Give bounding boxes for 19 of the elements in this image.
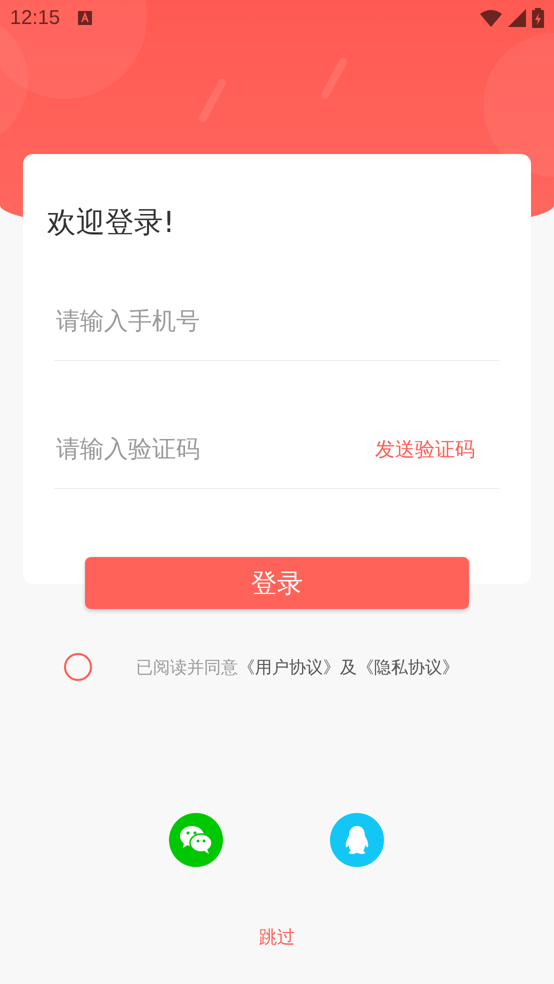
wechat-login-button[interactable] [169, 813, 223, 867]
agreement-text: 已阅读并同意《用户协议》及《隐私协议》 [136, 656, 459, 678]
agreement-link[interactable]: 《用户协议》 [238, 658, 340, 678]
keyboard-notification-icon [78, 11, 92, 25]
agreement-checkbox[interactable] [64, 653, 92, 681]
penguin-icon [344, 825, 370, 855]
status-time: 12:15 [10, 6, 60, 30]
login-button[interactable]: 登录 [85, 557, 469, 609]
send-code-button[interactable]: 发送验证码 [375, 436, 475, 462]
wechat-icon [179, 825, 213, 855]
qq-login-button[interactable] [330, 813, 384, 867]
skip-link[interactable]: 跳过 [259, 925, 295, 949]
wifi-icon [480, 10, 502, 26]
code-field[interactable]: 请输入验证码 [54, 435, 375, 463]
signal-icon [508, 9, 526, 27]
welcome-title: 欢迎登录! [47, 204, 176, 241]
agreement-link[interactable]: 《隐私协议》 [357, 658, 459, 678]
phone-field[interactable]: 请输入手机号 [54, 307, 500, 335]
battery-icon [532, 8, 544, 28]
